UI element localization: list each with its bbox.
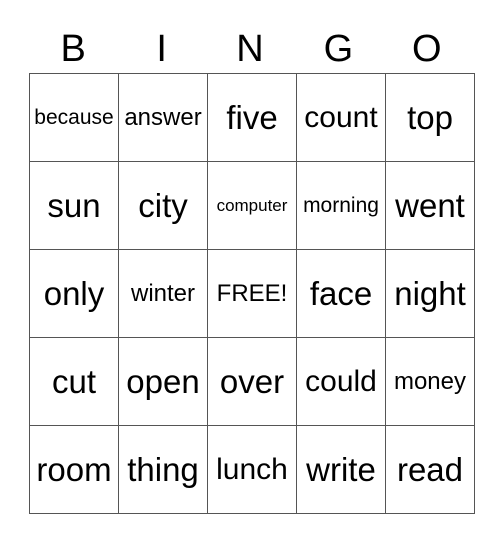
bingo-cell[interactable]: went — [385, 161, 475, 250]
bingo-cell[interactable]: cut — [29, 337, 119, 426]
bingo-cell[interactable]: answer — [118, 73, 208, 162]
bingo-cell[interactable]: read — [385, 425, 475, 514]
header-letter-i: I — [156, 28, 167, 70]
bingo-cell[interactable]: thing — [118, 425, 208, 514]
grid-row: sun city computer morning went — [29, 161, 475, 250]
bingo-cell[interactable]: top — [385, 73, 475, 162]
bingo-cell[interactable]: only — [29, 249, 119, 338]
grid-row: because answer five count top — [29, 73, 475, 162]
grid-row: room thing lunch write read — [29, 425, 475, 514]
bingo-cell[interactable]: sun — [29, 161, 119, 250]
header-letter-n: N — [236, 28, 264, 70]
header-letter-g: G — [323, 28, 354, 70]
bingo-cell[interactable]: lunch — [207, 425, 297, 514]
grid-row: only winter FREE! face night — [29, 249, 475, 338]
header-letter-b: B — [60, 28, 86, 70]
bingo-cell[interactable]: because — [29, 73, 119, 162]
bingo-cell[interactable]: write — [296, 425, 386, 514]
bingo-cell[interactable]: over — [207, 337, 297, 426]
bingo-cell[interactable]: count — [296, 73, 386, 162]
free-space-cell[interactable]: FREE! — [207, 249, 297, 338]
bingo-cell[interactable]: five — [207, 73, 297, 162]
bingo-cell[interactable]: money — [385, 337, 475, 426]
bingo-cell[interactable]: face — [296, 249, 386, 338]
grid-row: cut open over could money — [29, 337, 475, 426]
bingo-cell[interactable]: winter — [118, 249, 208, 338]
header-letter-o: O — [412, 28, 442, 70]
bingo-header: B I N G O — [29, 26, 471, 72]
bingo-cell[interactable]: night — [385, 249, 475, 338]
bingo-grid: because answer five count top sun city c… — [29, 73, 475, 514]
bingo-cell[interactable]: computer — [207, 161, 297, 250]
bingo-cell[interactable]: city — [118, 161, 208, 250]
bingo-cell[interactable]: room — [29, 425, 119, 514]
bingo-cell[interactable]: could — [296, 337, 386, 426]
bingo-cell[interactable]: morning — [296, 161, 386, 250]
bingo-cell[interactable]: open — [118, 337, 208, 426]
